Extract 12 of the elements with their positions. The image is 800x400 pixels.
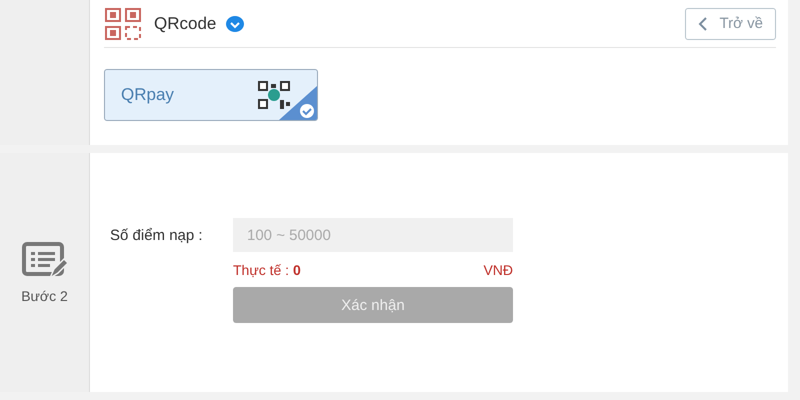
step-label: Bước 2 [21,288,68,304]
back-button[interactable]: Trở về [684,8,776,40]
payment-method-title: QRcode [154,14,216,34]
payment-option[interactable]: QRpay [104,69,318,121]
qr-code-icon [257,80,291,110]
currency-label: VNĐ [483,262,513,278]
selected-check-icon [279,86,317,120]
chevron-left-icon [698,16,708,32]
qr-code-icon [104,6,144,40]
actual-amount-text: Thực tế : 0 [233,262,301,278]
amount-field[interactable]: 100 ~ 50000 [233,218,513,252]
amount-label: Số điểm nạp : [110,226,204,244]
